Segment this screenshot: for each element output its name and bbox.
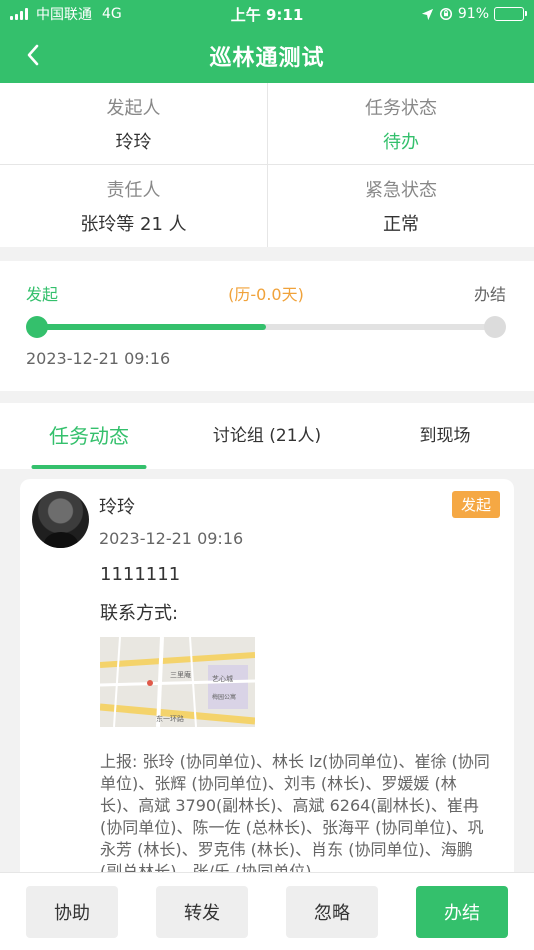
- location-arrow-icon: [421, 8, 433, 20]
- urgency-label: 紧急状态: [365, 180, 437, 201]
- progress-end-dot: [484, 316, 506, 338]
- initiator-label: 发起人: [106, 97, 161, 119]
- chevron-left-icon: [27, 44, 39, 66]
- map-thumbnail[interactable]: 三里庵 艺心城 梅园公寓 东一环路: [100, 637, 255, 727]
- message-text: 1111111: [100, 564, 181, 585]
- feed-card: 玲玲 2023-12-21 09:16 发起 1111111 联系方式: 三里庵…: [20, 479, 514, 899]
- urgency-cell: 紧急状态 正常: [267, 165, 534, 247]
- map-label-a: 三里庵: [170, 670, 191, 679]
- task-status-value: 待办: [383, 131, 419, 153]
- progress-start-label: 发起: [26, 285, 59, 304]
- tab-on-site[interactable]: 到现场: [356, 403, 534, 469]
- progress-labels: 发起 (历-0.0天) 办结: [26, 281, 506, 305]
- author-name: 玲玲: [99, 497, 135, 518]
- progress-duration: (历-0.0天): [228, 285, 304, 304]
- status-right: 91%: [421, 6, 527, 22]
- page-title: 巡林通测试: [209, 45, 325, 71]
- progress-track: [26, 315, 506, 339]
- map-label-c: 梅园公寓: [212, 693, 236, 701]
- progress-start-date: 2023-12-21 09:16: [26, 349, 171, 368]
- progress-card: 发起 (历-0.0天) 办结 2023-12-21 09:16: [0, 261, 534, 391]
- post-time: 2023-12-21 09:16: [99, 529, 244, 548]
- battery-percent: 91%: [457, 6, 489, 22]
- responsible-label: 责任人: [106, 180, 161, 201]
- initiator-cell: 发起人 玲玲: [0, 83, 267, 165]
- tab-task-dynamics[interactable]: 任务动态: [0, 403, 178, 469]
- feed-card-body: 1111111 联系方式: 三里庵 艺心城 梅园公寓 东一环路 上报: 张玲 (…: [100, 564, 500, 883]
- battery-icon: [494, 7, 527, 21]
- map-graphic: 三里庵 艺心城 梅园公寓 东一环路: [100, 637, 255, 727]
- action-bar: 协助 转发 忽略 办结: [0, 872, 534, 950]
- assist-button[interactable]: 协助: [26, 885, 118, 938]
- map-label-b: 艺心城: [212, 675, 233, 683]
- progress-start-dot: [26, 316, 48, 338]
- feed-card-header: 玲玲 2023-12-21 09:16 发起: [32, 491, 500, 548]
- signal-icon: [10, 8, 28, 20]
- tab-bar: 任务动态 讨论组 (21人) 到现场: [0, 403, 534, 469]
- author-info: 玲玲 2023-12-21 09:16: [99, 491, 452, 548]
- status-bar: 中国联通 4G 上午 9:11 91%: [0, 0, 534, 28]
- complete-button[interactable]: 办结: [416, 885, 508, 938]
- progress-end-label: 办结: [473, 285, 506, 304]
- responsible-value: 张玲等 21 人: [80, 214, 187, 235]
- avatar[interactable]: [32, 491, 89, 548]
- urgency-value: 正常: [383, 214, 419, 235]
- status-time: 上午 9:11: [230, 5, 304, 24]
- back-button[interactable]: [18, 40, 48, 70]
- nav-bar: 巡林通测试: [0, 28, 534, 83]
- ignore-button[interactable]: 忽略: [286, 885, 378, 938]
- forward-button[interactable]: 转发: [156, 885, 248, 938]
- initiator-value: 玲玲: [115, 131, 152, 153]
- feed: 玲玲 2023-12-21 09:16 发起 1111111 联系方式: 三里庵…: [0, 469, 534, 899]
- task-status-cell: 任务状态 待办: [267, 83, 534, 165]
- map-label-d: 东一环路: [156, 714, 184, 723]
- carrier-name: 中国联通: [36, 7, 92, 23]
- network-type: 4G: [102, 6, 122, 22]
- report-text: 上报: 张玲 (协同单位)、林长 lz(协同单位)、崔徐 (协同单位)、张辉 (…: [100, 752, 490, 881]
- task-status-label: 任务状态: [365, 97, 437, 119]
- responsible-cell[interactable]: 责任人 张玲等 21 人: [0, 165, 267, 247]
- progress-fill: [36, 324, 266, 330]
- contact-label: 联系方式:: [100, 603, 179, 624]
- orientation-lock-icon: [439, 7, 452, 21]
- status-badge: 发起: [451, 491, 500, 518]
- status-left: 中国联通 4G: [10, 4, 122, 24]
- task-info-grid: 发起人 玲玲 任务状态 待办 责任人 张玲等 21 人 紧急状态 正常: [0, 83, 534, 247]
- tab-discussion-group[interactable]: 讨论组 (21人): [178, 403, 356, 469]
